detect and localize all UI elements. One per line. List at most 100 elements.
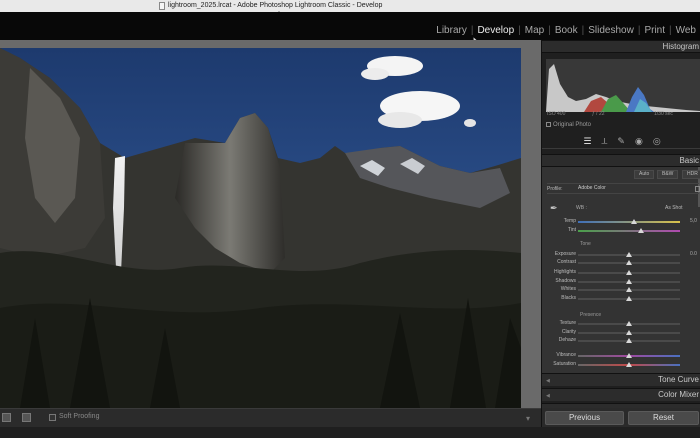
slider-texture: Texture [542,320,700,328]
module-library[interactable]: Library [432,25,471,36]
color-mixer-header[interactable]: ◀ Color Mixer [542,388,700,401]
histogram-aperture: ƒ / 22 [592,111,605,117]
slider-dehaze: Dehaze [542,337,700,345]
slider-contrast: Contrast [542,259,700,267]
slider-handle[interactable] [631,219,638,224]
slider-handle[interactable] [626,252,632,257]
slider-label: Blacks [561,295,576,301]
wb-label: WB : [576,205,587,211]
window-titlebar: lightroom_2025.lrcat - Adobe Photoshop L… [0,0,700,14]
slider-clarity: Clarity [542,329,700,337]
bw-button[interactable]: B&W [657,170,679,179]
auto-button[interactable]: Auto [634,170,655,179]
slider-label: Highlights [554,269,576,275]
module-book[interactable]: Book [551,25,582,36]
bottom-toolbar: Soft Proofing ▾ [0,408,541,427]
photo-preview[interactable] [0,48,521,438]
document-icon [159,2,165,10]
reset-button[interactable]: Reset [628,411,699,425]
profile-browser-icon[interactable] [695,186,700,192]
slider-blacks: Blacks [542,295,700,303]
slider-track[interactable] [578,230,680,232]
slider-handle[interactable] [626,260,632,265]
before-after-button[interactable] [22,413,31,422]
slider-label: Contrast [557,259,576,265]
soft-proofing-label: Soft Proofing [59,413,100,420]
soft-proofing-checkbox[interactable] [49,414,56,421]
slider-handle[interactable] [626,362,632,367]
slider-handle[interactable] [626,296,632,301]
slider-label: Shadows [555,278,576,284]
window-title: lightroom_2025.lrcat - Adobe Photoshop L… [168,2,383,9]
histogram-iso: ISO 400 [547,111,566,117]
module-bar: Library | Develop | Map | Book | Slideshow | Print… [0,12,700,40]
slider-label: Texture [559,320,576,326]
slider-handle[interactable] [626,270,632,275]
original-photo-toggle[interactable]: Original Photo [546,122,591,128]
slider-label: Whites [560,286,576,292]
profile-select[interactable]: Adobe Color [578,185,606,191]
red-eye-icon[interactable]: ◎ [653,136,661,147]
slider-label: Dehaze [558,337,576,343]
slider-label: Clarity [561,329,576,335]
original-photo-checkbox[interactable] [546,122,551,127]
crop-icon[interactable]: ⟂ [601,136,607,147]
histogram-header[interactable]: Histogram [542,40,700,53]
slider-label: Saturation [553,361,576,367]
slider-handle[interactable] [626,330,632,335]
slider-temp: Temp 5,0 [542,218,700,226]
slider-tint: Tint [542,227,700,235]
histogram-shutter: 1/30 sec [654,111,673,117]
wb-select[interactable]: As Shot [665,205,683,211]
hdr-button[interactable]: HDR [682,170,700,179]
slider-label: Tint [567,227,576,233]
white-balance-eyedropper-icon[interactable]: ✒ [550,203,558,214]
color-mixer-title: Color Mixer [658,390,699,399]
slider-handle[interactable] [626,321,632,326]
histogram-title: Histogram [662,42,699,51]
basic-title: Basic [679,156,699,165]
slider-value[interactable]: 5,0 [690,218,697,224]
module-slideshow[interactable]: Slideshow [584,25,638,36]
masking-icon[interactable]: ◉ [635,136,643,147]
slider-saturation: Saturation [542,361,700,369]
image-stage [0,40,541,408]
previous-button[interactable]: Previous [545,411,624,425]
slider-handle[interactable] [626,287,632,292]
slider-handle[interactable] [626,279,632,284]
original-photo-label: Original Photo [553,122,592,128]
right-panel: Histogram ISO 400 ƒ / 22 1/30 sec Origin… [541,40,700,427]
profile-row [547,183,699,194]
slider-label: Vibrance [556,352,576,358]
toolbar-menu-icon[interactable]: ▾ [526,414,530,423]
tone-curve-title: Tone Curve [658,375,699,384]
slider-label: Temp [563,218,576,224]
module-develop[interactable]: Develop [473,25,518,36]
module-print[interactable]: Print [640,25,669,36]
profile-label: Profile: [547,186,563,192]
slider-vibrance: Vibrance [542,352,700,360]
module-picker: Library | Develop | Map | Book | Slideshow | Print… [432,23,700,37]
slider-handle[interactable] [626,353,632,358]
slider-exposure: Exposure 0.0 [542,251,700,259]
basic-header[interactable]: Basic [542,154,700,167]
tone-section-title: Tone [580,241,591,247]
landscape-photo [0,48,521,408]
module-map[interactable]: Map [521,25,548,36]
slider-handle[interactable] [626,338,632,343]
tool-strip: ☰ ⟂ ✎ ◉ ◎ [546,134,698,148]
healing-brush-icon[interactable]: ✎ [617,136,625,147]
tone-curve-header[interactable]: ◀ Tone Curve [542,373,700,386]
histogram-graph [546,59,700,112]
slider-highlights: Highlights [542,269,700,277]
panel-button-row: Previous Reset [542,408,700,427]
slider-value[interactable]: 0.0 [690,251,697,257]
edit-sliders-icon[interactable]: ☰ [583,136,591,147]
view-mode-button[interactable] [2,413,11,422]
slider-whites: Whites [542,286,700,294]
slider-handle[interactable] [638,228,645,233]
histogram-chart [546,64,700,112]
slider-track[interactable] [578,221,680,223]
module-web[interactable]: Web [672,25,700,36]
slider-shadows: Shadows [542,278,700,286]
